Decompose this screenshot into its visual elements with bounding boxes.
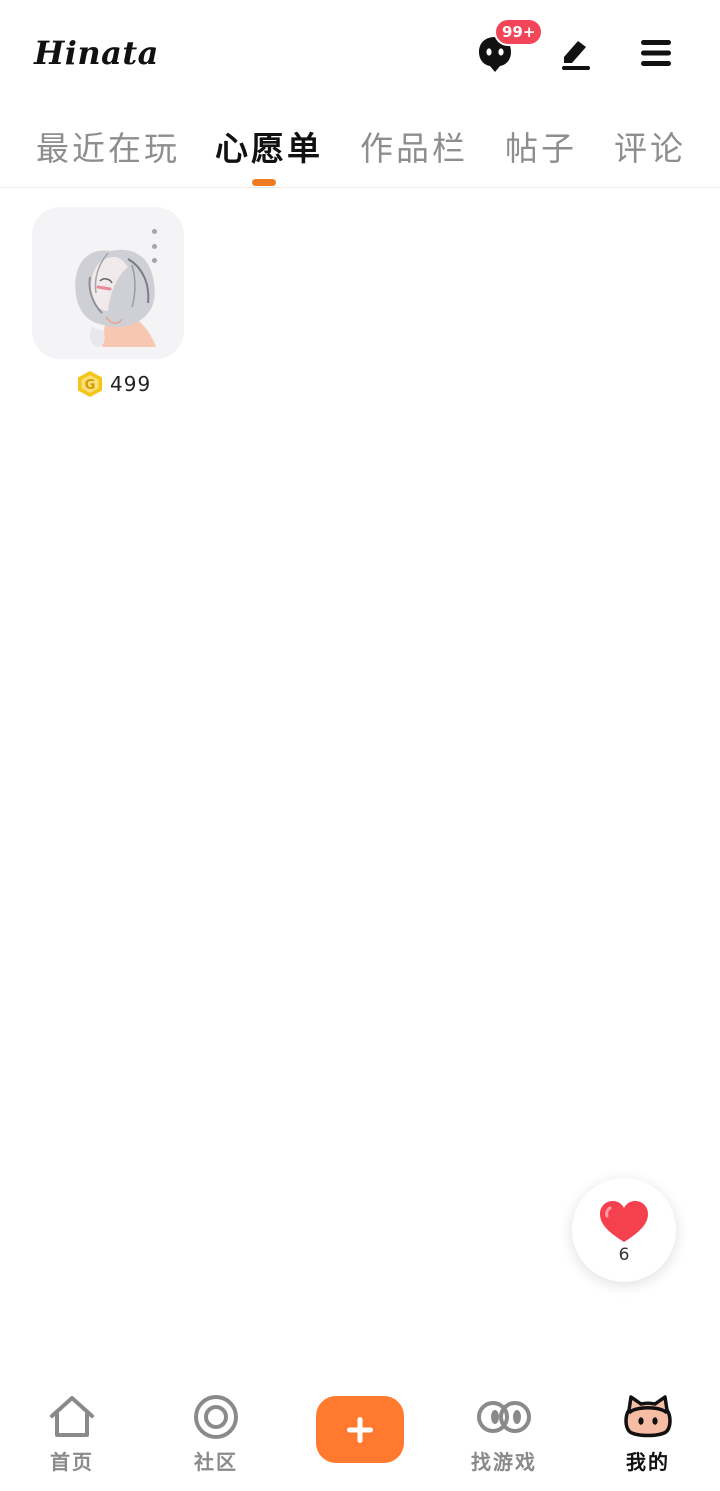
more-dot-icon [151, 258, 157, 263]
nav-me[interactable]: 我的 [588, 1394, 708, 1475]
wishlist-item-more-button[interactable] [140, 229, 168, 263]
tab-comments[interactable]: 评论 [614, 122, 686, 170]
profile-cat-icon [624, 1395, 672, 1438]
nav-label: 找游戏 [471, 1450, 537, 1474]
active-tab-indicator [252, 179, 276, 186]
tab-posts[interactable]: 帖子 [505, 122, 577, 170]
gold-coin-icon: G [78, 371, 102, 397]
like-floating-button[interactable]: 6 [572, 1178, 676, 1282]
menu-button[interactable] [633, 30, 679, 76]
bottom-navigation: 首页 社区 找游戏 我的 [0, 1378, 720, 1491]
nav-home[interactable]: 首页 [12, 1394, 132, 1475]
plus-icon [347, 1416, 373, 1443]
nav-label: 我的 [626, 1450, 670, 1474]
username-title: Hinata [34, 34, 159, 72]
community-icon [194, 1395, 238, 1439]
like-count: 6 [618, 1245, 630, 1265]
nav-label: 首页 [50, 1450, 94, 1474]
tab-works[interactable]: 作品栏 [360, 122, 468, 170]
pencil-icon [562, 41, 590, 70]
message-count-badge: 99+ [494, 18, 544, 46]
profile-tabs: 最近在玩 心愿单 作品栏 帖子 评论 [0, 108, 720, 188]
edit-button[interactable] [553, 30, 599, 76]
nav-community[interactable]: 社区 [156, 1394, 276, 1475]
header: Hinata 99+ [0, 0, 720, 108]
tab-recently-played[interactable]: 最近在玩 [36, 122, 180, 170]
tab-wishlist[interactable]: 心愿单 [215, 122, 323, 170]
wishlist-item-price: G 499 [76, 370, 151, 398]
more-dot-icon [151, 243, 157, 249]
svg-text:G: G [85, 378, 96, 393]
nav-label: 社区 [194, 1450, 238, 1474]
find-games-icon [477, 1401, 531, 1433]
more-dot-icon [151, 229, 157, 234]
price-value: 499 [110, 372, 152, 396]
hamburger-menu-icon [641, 40, 671, 66]
create-post-button[interactable] [316, 1396, 404, 1463]
home-icon [50, 1396, 94, 1437]
nav-find-games[interactable]: 找游戏 [444, 1394, 564, 1475]
